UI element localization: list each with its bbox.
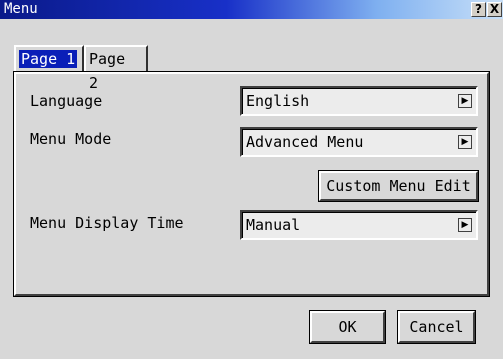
close-button[interactable]: X (487, 2, 502, 17)
tab-page-1-label: Page 1 (19, 50, 78, 68)
menu-mode-label: Menu Mode (30, 130, 112, 148)
menu-dialog: Menu ? X Page 1 Page 2 Language English … (0, 0, 503, 359)
help-icon: ? (475, 2, 482, 16)
tab-page-1[interactable]: Page 1 (14, 45, 84, 72)
help-button[interactable]: ? (471, 2, 486, 17)
menu-mode-select[interactable]: Advanced Menu ▶ (240, 127, 478, 157)
menu-mode-value: Advanced Menu (246, 133, 364, 151)
menu-display-time-select[interactable]: Manual ▶ (240, 210, 478, 240)
language-select[interactable]: English ▶ (240, 86, 478, 116)
menu-display-time-label: Menu Display Time (30, 214, 184, 232)
title-bar[interactable]: Menu ? X (0, 0, 503, 19)
dropdown-arrow-icon[interactable]: ▶ (458, 135, 472, 149)
language-label: Language (30, 92, 103, 110)
close-icon: X (489, 2, 500, 16)
tab-page-2[interactable]: Page 2 (84, 45, 148, 92)
menu-display-time-value: Manual (246, 216, 301, 234)
window-title: Menu (4, 1, 38, 17)
dropdown-arrow-icon[interactable]: ▶ (458, 218, 472, 232)
dropdown-arrow-icon[interactable]: ▶ (458, 94, 472, 108)
language-value: English (246, 92, 310, 110)
custom-menu-edit-button[interactable]: Custom Menu Edit (318, 170, 479, 202)
cancel-button[interactable]: Cancel (397, 310, 476, 344)
ok-button[interactable]: OK (309, 310, 386, 344)
